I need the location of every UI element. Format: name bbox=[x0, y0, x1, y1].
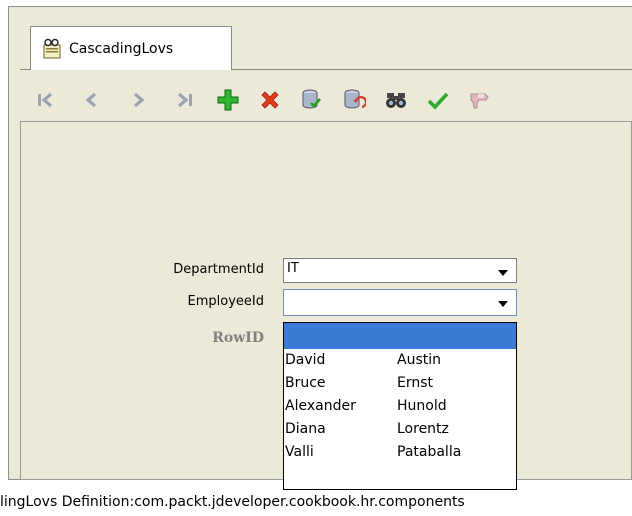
first-record-button[interactable] bbox=[32, 86, 60, 114]
last-name-cell: Pataballa bbox=[397, 444, 462, 460]
first-name-cell: Valli bbox=[285, 444, 314, 460]
last-name-cell: Lorentz bbox=[397, 421, 449, 437]
next-record-button[interactable] bbox=[124, 86, 152, 114]
database-undo-icon bbox=[344, 89, 366, 109]
status-bar: lingLovs Definition:com.packt.jdeveloper… bbox=[0, 494, 465, 510]
first-icon bbox=[38, 92, 53, 108]
employee-id-label: EmployeeId bbox=[187, 294, 264, 309]
database-check-icon bbox=[302, 89, 321, 109]
execute-button[interactable] bbox=[424, 86, 452, 114]
last-name-cell: Ernst bbox=[397, 375, 434, 391]
list-item[interactable]: Bruce Ernst bbox=[284, 372, 516, 395]
tab-strip: CascadingLovs bbox=[20, 26, 632, 70]
list-item[interactable]: Diana Lorentz bbox=[284, 418, 516, 441]
next-icon bbox=[133, 92, 145, 108]
list-item[interactable]: Alexander Hunold bbox=[284, 395, 516, 418]
tab-cascadinglovs[interactable]: CascadingLovs bbox=[30, 26, 232, 70]
binoculars-icon bbox=[386, 93, 406, 108]
rowid-label: RowID bbox=[212, 330, 264, 346]
department-id-select[interactable]: IT bbox=[283, 258, 517, 283]
first-name-cell: Bruce bbox=[285, 375, 326, 391]
employee-id-select[interactable] bbox=[283, 289, 517, 316]
last-icon bbox=[177, 92, 192, 108]
x-icon bbox=[261, 91, 279, 109]
rollback-button[interactable] bbox=[340, 86, 368, 114]
first-name-cell: Diana bbox=[285, 421, 326, 437]
cancel-find-button[interactable] bbox=[466, 86, 494, 114]
navigation-toolbar bbox=[20, 76, 632, 122]
document-glasses-icon bbox=[43, 38, 61, 58]
plus-icon bbox=[217, 89, 239, 111]
last-name-cell: Hunold bbox=[397, 398, 447, 414]
find-button[interactable] bbox=[382, 86, 410, 114]
checkmark-icon bbox=[427, 92, 449, 110]
insert-button[interactable] bbox=[214, 86, 242, 114]
previous-record-button[interactable] bbox=[78, 86, 106, 114]
list-item[interactable]: Valli Pataballa bbox=[284, 441, 516, 464]
delete-button[interactable] bbox=[256, 86, 284, 114]
chevron-down-icon[interactable] bbox=[498, 270, 508, 276]
list-item[interactable]: David Austin bbox=[284, 349, 516, 372]
dropdown-selected-empty-row[interactable] bbox=[284, 323, 516, 349]
department-id-label: DepartmentId bbox=[173, 262, 264, 277]
chevron-down-icon[interactable] bbox=[498, 301, 508, 307]
tab-label: CascadingLovs bbox=[69, 40, 174, 57]
employee-dropdown-list: David Austin Bruce Ernst Alexander Hunol… bbox=[283, 322, 517, 490]
commit-button[interactable] bbox=[298, 86, 326, 114]
department-id-value: IT bbox=[287, 261, 299, 276]
hand-icon bbox=[470, 93, 489, 109]
last-record-button[interactable] bbox=[170, 86, 198, 114]
previous-icon bbox=[85, 92, 97, 108]
last-name-cell: Austin bbox=[397, 352, 441, 368]
first-name-cell: David bbox=[285, 352, 326, 368]
first-name-cell: Alexander bbox=[285, 398, 356, 414]
